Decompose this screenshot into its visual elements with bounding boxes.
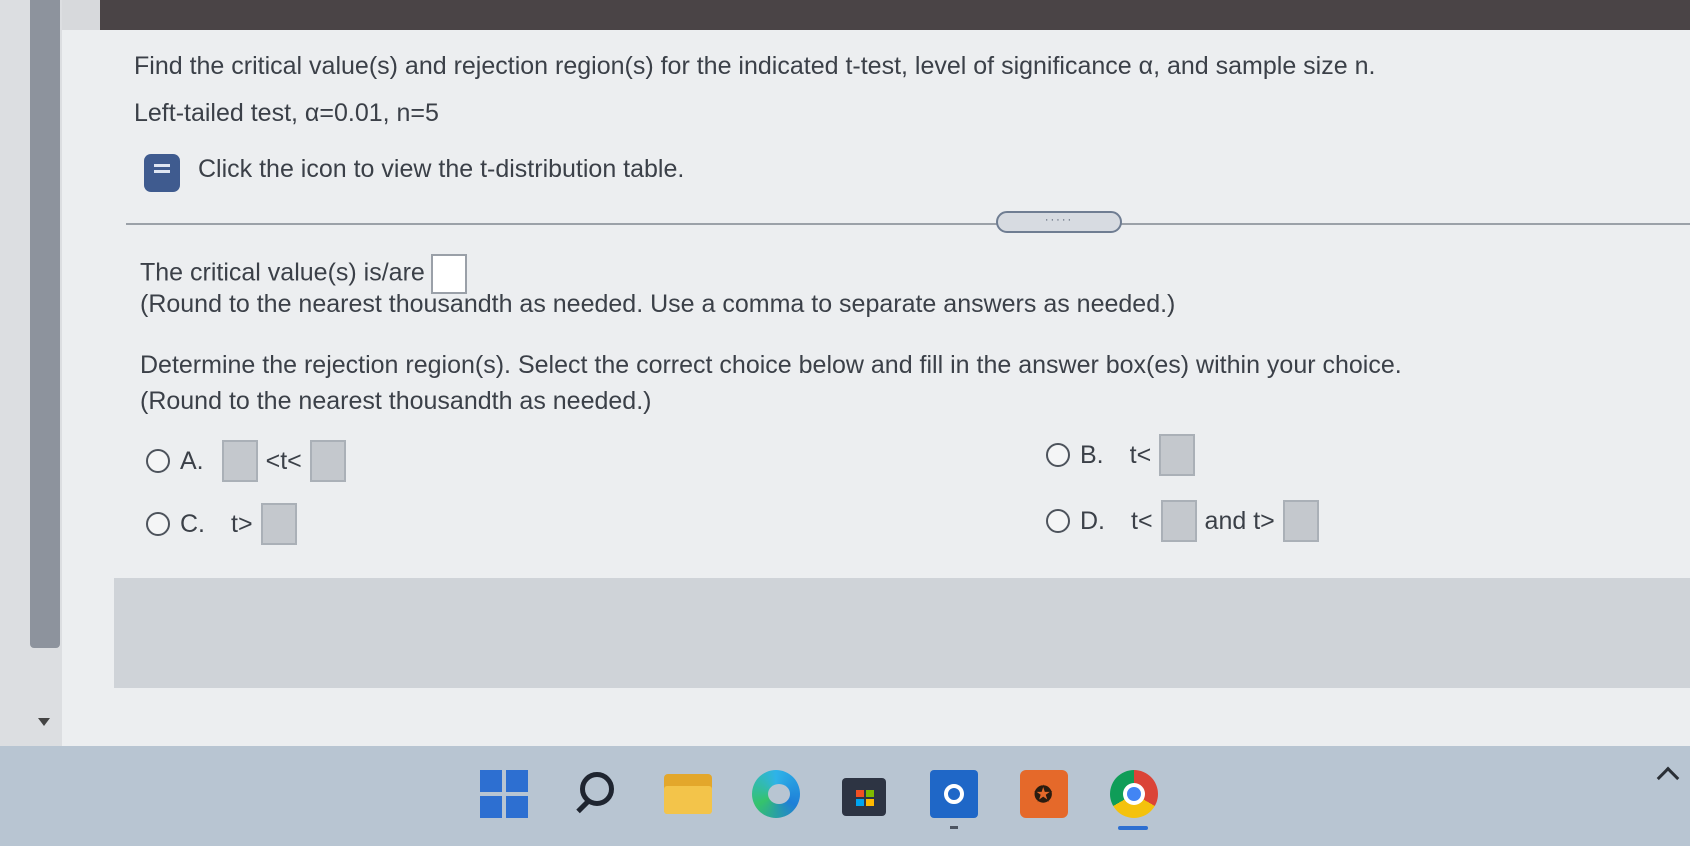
option-d-letter: D. [1080,506,1105,535]
option-b-inequality: t< [1129,440,1152,469]
critical-value-prompt: The critical value(s) is/are [140,258,425,287]
answer-footer-area [114,578,1690,688]
option-a-letter: A. [180,446,204,475]
search-icon[interactable] [574,770,622,818]
critical-value-prompt-row: The critical value(s) is/are [140,254,467,294]
chrome-browser-icon[interactable] [1110,770,1158,818]
option-d-inequality-lower: t< [1131,506,1153,535]
critical-value-input[interactable] [430,254,467,294]
option-d-lower-input[interactable] [1160,500,1197,542]
t-table-link-label: Click the icon to view the t-distributio… [198,155,685,183]
option-b-letter: B. [1080,440,1104,469]
option-a-lower-input[interactable] [221,440,258,482]
browser-top-bar [100,0,1690,30]
file-explorer-icon[interactable] [664,770,712,818]
question-params: Left-tailed test, α=0.01, n=5 [134,99,439,127]
edge-browser-icon[interactable] [752,770,800,818]
t-table-book-icon[interactable] [144,154,180,192]
option-a[interactable]: A. <t< [146,440,346,482]
scrollbar-thumb[interactable] [30,0,60,648]
option-d[interactable]: D. t< and t> [1046,500,1319,542]
rejection-prompt: Determine the rejection region(s). Selec… [140,351,1402,379]
option-b-input[interactable] [1159,434,1196,476]
microsoft-store-icon[interactable] [840,770,888,818]
option-c-input[interactable] [260,503,297,545]
outlook-icon[interactable] [930,770,978,818]
scroll-down-arrow-icon[interactable] [38,718,50,726]
question-title: Find the critical value(s) and rejection… [134,52,1376,80]
windows-start-icon[interactable] [480,770,528,818]
option-a-radio[interactable] [146,449,170,473]
option-b[interactable]: B. t< [1046,434,1196,476]
option-c-radio[interactable] [146,512,170,536]
game-app-icon[interactable]: ✪ [1020,770,1068,818]
section-divider [126,223,1690,225]
option-c[interactable]: C. t> [146,503,297,545]
divider-handle-button[interactable]: ····· [996,211,1122,233]
option-c-inequality: t> [231,509,253,538]
option-b-radio[interactable] [1046,443,1070,467]
rejection-note: (Round to the nearest thousandth as need… [140,387,652,415]
option-d-radio[interactable] [1046,509,1070,533]
option-d-upper-input[interactable] [1282,500,1319,542]
chrome-active-indicator [1118,826,1148,830]
option-a-upper-input[interactable] [309,440,346,482]
critical-value-note: (Round to the nearest thousandth as need… [140,290,1176,318]
outlook-running-indicator [950,826,958,829]
option-d-inequality-upper: and t> [1204,506,1275,535]
option-a-inequality: <t< [265,446,302,475]
option-c-letter: C. [180,509,205,538]
